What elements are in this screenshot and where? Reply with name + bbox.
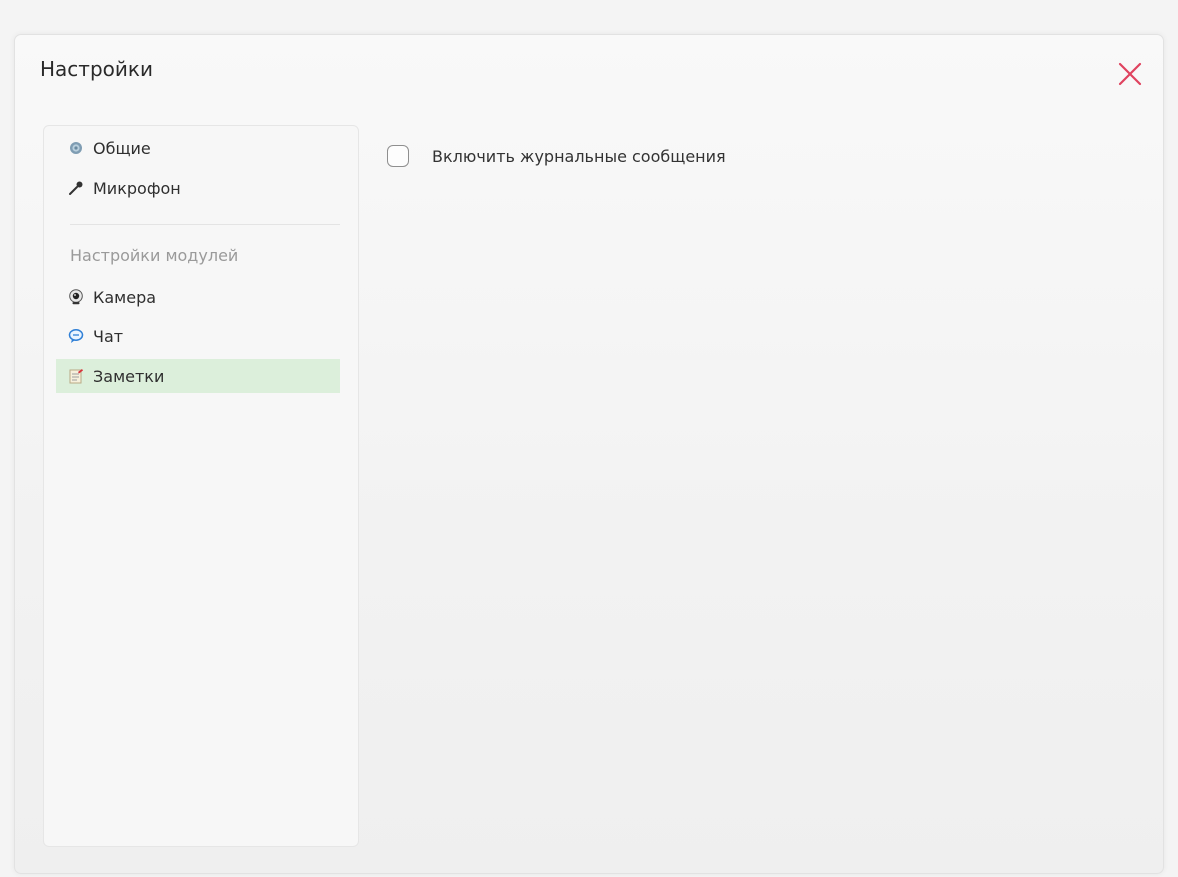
sidebar-item-general[interactable]: Общие bbox=[56, 131, 340, 165]
sidebar-item-chat[interactable]: Чат bbox=[56, 319, 340, 353]
gear-icon bbox=[68, 140, 84, 156]
sidebar-item-label: Заметки bbox=[93, 366, 165, 386]
enable-log-messages-option[interactable]: Включить журнальные сообщения bbox=[387, 145, 726, 167]
dialog-title: Настройки bbox=[40, 57, 153, 81]
webcam-icon bbox=[68, 289, 84, 305]
enable-log-messages-label: Включить журнальные сообщения bbox=[432, 146, 726, 166]
microphone-icon bbox=[68, 180, 84, 196]
sidebar-item-microphone[interactable]: Микрофон bbox=[56, 171, 340, 205]
sidebar-item-label: Микрофон bbox=[93, 178, 181, 198]
sidebar-item-label: Чат bbox=[93, 326, 124, 346]
sidebar-item-label: Камера bbox=[93, 287, 157, 307]
sidebar-item-label: Общие bbox=[93, 138, 151, 158]
modules-section-title: Настройки модулей bbox=[70, 246, 239, 265]
sidebar-item-notes[interactable]: Заметки bbox=[56, 359, 340, 393]
close-x-icon bbox=[1118, 62, 1142, 86]
notes-icon bbox=[68, 368, 84, 384]
chat-bubble-icon bbox=[68, 328, 84, 344]
enable-log-messages-checkbox[interactable] bbox=[387, 145, 409, 167]
settings-sidebar: Общие Микрофон Настройки модулей Камера … bbox=[43, 125, 359, 847]
sidebar-divider bbox=[70, 224, 340, 225]
sidebar-item-camera[interactable]: Камера bbox=[56, 280, 340, 314]
settings-dialog: Настройки Общие Микрофон Настройки модул… bbox=[14, 34, 1164, 874]
close-button[interactable] bbox=[1115, 59, 1145, 89]
